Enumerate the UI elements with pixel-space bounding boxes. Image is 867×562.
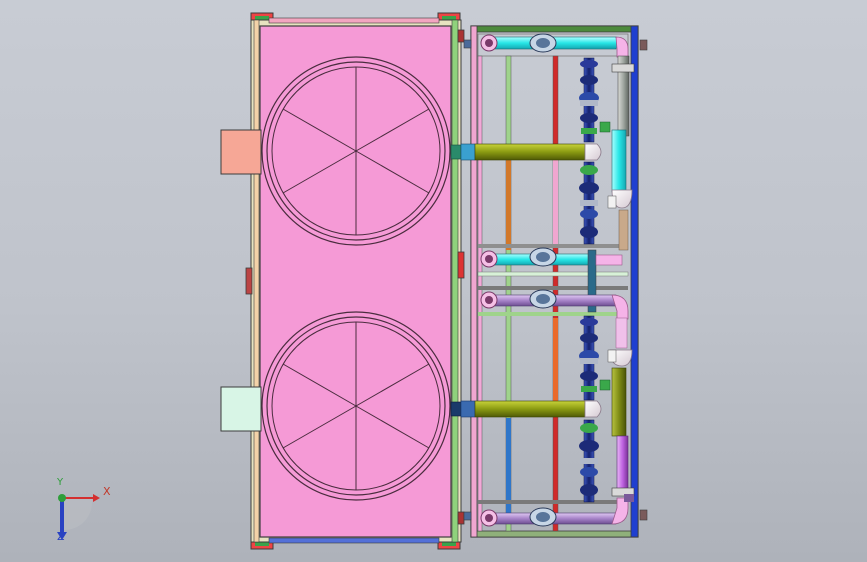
right-rail — [451, 19, 459, 543]
x-axis-arrow-icon — [93, 494, 100, 502]
cross-member — [478, 244, 628, 248]
riser-cyan — [611, 129, 627, 193]
valve-handle[interactable] — [599, 121, 611, 133]
cross-member — [478, 312, 628, 316]
cross-member — [478, 500, 628, 504]
rack-right-post — [630, 25, 639, 538]
side-lug — [457, 29, 465, 43]
rack-lug — [639, 39, 648, 51]
pipe-clamp-cap — [624, 494, 634, 502]
top-rail — [268, 17, 440, 24]
strut-orange — [506, 160, 511, 250]
fan-housing[interactable] — [220, 12, 465, 550]
z-axis-label: Z — [57, 530, 65, 543]
y-axis-label: Y — [57, 477, 64, 488]
inlet-box-bottom[interactable] — [220, 386, 262, 432]
x-axis-label: X — [103, 485, 111, 498]
strut-blue — [506, 418, 511, 513]
strut-orange-segment — [553, 318, 558, 408]
pipe-clamp — [611, 63, 635, 73]
bottom-rail — [268, 537, 440, 544]
strainer — [607, 349, 617, 363]
strainer — [607, 195, 617, 209]
cooling-unit-model[interactable] — [0, 0, 867, 562]
side-lug — [457, 251, 465, 279]
riser-olive — [611, 367, 627, 437]
side-lug — [245, 267, 253, 295]
rack-lug — [639, 509, 648, 521]
cross-member — [478, 286, 628, 290]
y-axis-dot-icon — [58, 494, 66, 502]
riser-pink — [615, 317, 628, 349]
header-pipe-top[interactable] — [480, 33, 629, 58]
left-rail — [253, 19, 260, 543]
cad-viewport[interactable]: X Y Z — [0, 0, 867, 562]
rack-top-beam — [470, 25, 639, 33]
strut-pink — [477, 55, 483, 532]
supply-pipe-bottom[interactable] — [450, 400, 602, 418]
inlet-box-top[interactable] — [220, 129, 262, 175]
pipe-rack[interactable] — [450, 25, 648, 538]
rack-lug — [463, 39, 472, 49]
cross-member — [477, 271, 629, 277]
supply-pipe-top[interactable] — [450, 143, 602, 161]
riser-tan — [618, 209, 629, 251]
side-lug — [457, 511, 465, 525]
rack-left-post — [470, 25, 478, 538]
rack-lug — [463, 511, 472, 521]
riser-purple — [616, 435, 629, 495]
axis-triad: X Y Z — [48, 477, 118, 548]
rack-bottom-beam — [470, 530, 639, 538]
valve-handle[interactable] — [599, 379, 611, 391]
strut-pink-segment — [553, 160, 558, 245]
